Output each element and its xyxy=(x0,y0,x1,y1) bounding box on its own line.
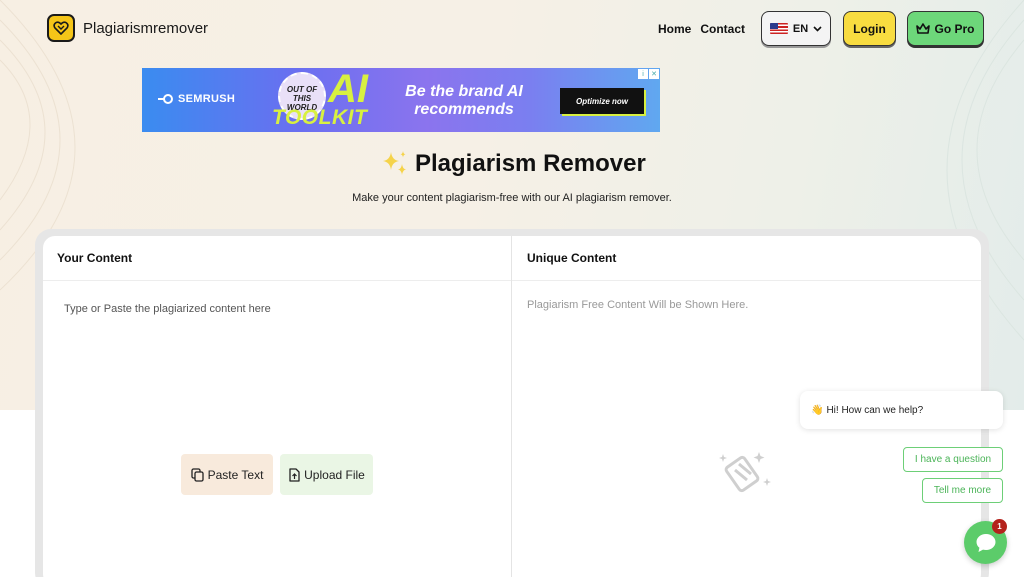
ad-info-icon[interactable]: i xyxy=(638,69,648,79)
sparkle-icon xyxy=(383,151,406,175)
output-heading: Unique Content xyxy=(512,236,981,281)
advertisement-banner[interactable]: SEMRUSH OUT OF THIS WORLD AI TOOLKIT Be … xyxy=(142,68,660,132)
crown-icon xyxy=(916,22,931,34)
ad-close-icon[interactable]: ✕ xyxy=(649,69,659,79)
chat-notification-badge: 1 xyxy=(992,519,1007,534)
chat-chip-question[interactable]: I have a question xyxy=(903,447,1003,472)
upload-file-button[interactable]: Upload File xyxy=(280,454,373,495)
login-button[interactable]: Login xyxy=(843,11,896,46)
paste-text-label: Paste Text xyxy=(207,467,264,482)
language-label: EN xyxy=(792,22,809,35)
chat-greeting[interactable]: 👋 Hi! How can we help? xyxy=(800,391,1003,429)
ad-cta-button[interactable]: Optimize now xyxy=(560,88,644,114)
us-flag-icon xyxy=(769,23,788,34)
logo-text: Plagiarismremover xyxy=(83,19,209,37)
magic-eraser-icon xyxy=(719,452,771,493)
nav-home-link[interactable]: Home xyxy=(658,22,691,36)
chevron-down-icon xyxy=(813,25,822,32)
ad-ai-text: AI xyxy=(328,68,368,111)
ad-brand: SEMRUSH xyxy=(158,93,235,105)
output-placeholder: Plagiarism Free Content Will be Shown He… xyxy=(527,299,749,311)
chat-bubble-icon xyxy=(976,533,995,552)
wave-icon: 👋 xyxy=(811,404,824,416)
go-pro-label: Go Pro xyxy=(934,21,975,36)
heart-logo-icon xyxy=(47,14,75,42)
semrush-logo-icon xyxy=(158,94,173,104)
page-subtitle: Make your content plagiarism-free with o… xyxy=(352,192,672,204)
site-logo[interactable]: Plagiarismremover xyxy=(47,14,208,42)
chat-chip-more[interactable]: Tell me more xyxy=(922,478,1003,503)
upload-file-label: Upload File xyxy=(304,467,365,482)
ad-toolkit-text: TOOLKIT xyxy=(272,106,368,129)
nav-contact-link[interactable]: Contact xyxy=(700,22,745,36)
file-upload-icon xyxy=(289,467,300,482)
content-input[interactable]: Type or Paste the plagiarized content he… xyxy=(64,303,271,315)
top-nav: Home Contact EN Login Go Pro xyxy=(658,11,984,46)
chat-greeting-text: Hi! How can we help? xyxy=(826,404,924,416)
page-title: Plagiarism Remover xyxy=(415,150,646,177)
ad-headline: Be the brand AI recommends xyxy=(405,83,523,118)
ad-brand-text: SEMRUSH xyxy=(178,93,236,105)
paste-text-button[interactable]: Paste Text xyxy=(181,454,273,495)
input-heading: Your Content xyxy=(43,236,511,281)
go-pro-button[interactable]: Go Pro xyxy=(907,11,984,46)
ad-controls: i ✕ xyxy=(638,69,659,79)
paste-icon xyxy=(190,467,204,482)
page-heading: Plagiarism Remover xyxy=(379,148,646,180)
language-selector[interactable]: EN xyxy=(761,11,831,46)
input-pane: Your Content Type or Paste the plagiariz… xyxy=(43,236,512,577)
login-label: Login xyxy=(853,21,886,36)
